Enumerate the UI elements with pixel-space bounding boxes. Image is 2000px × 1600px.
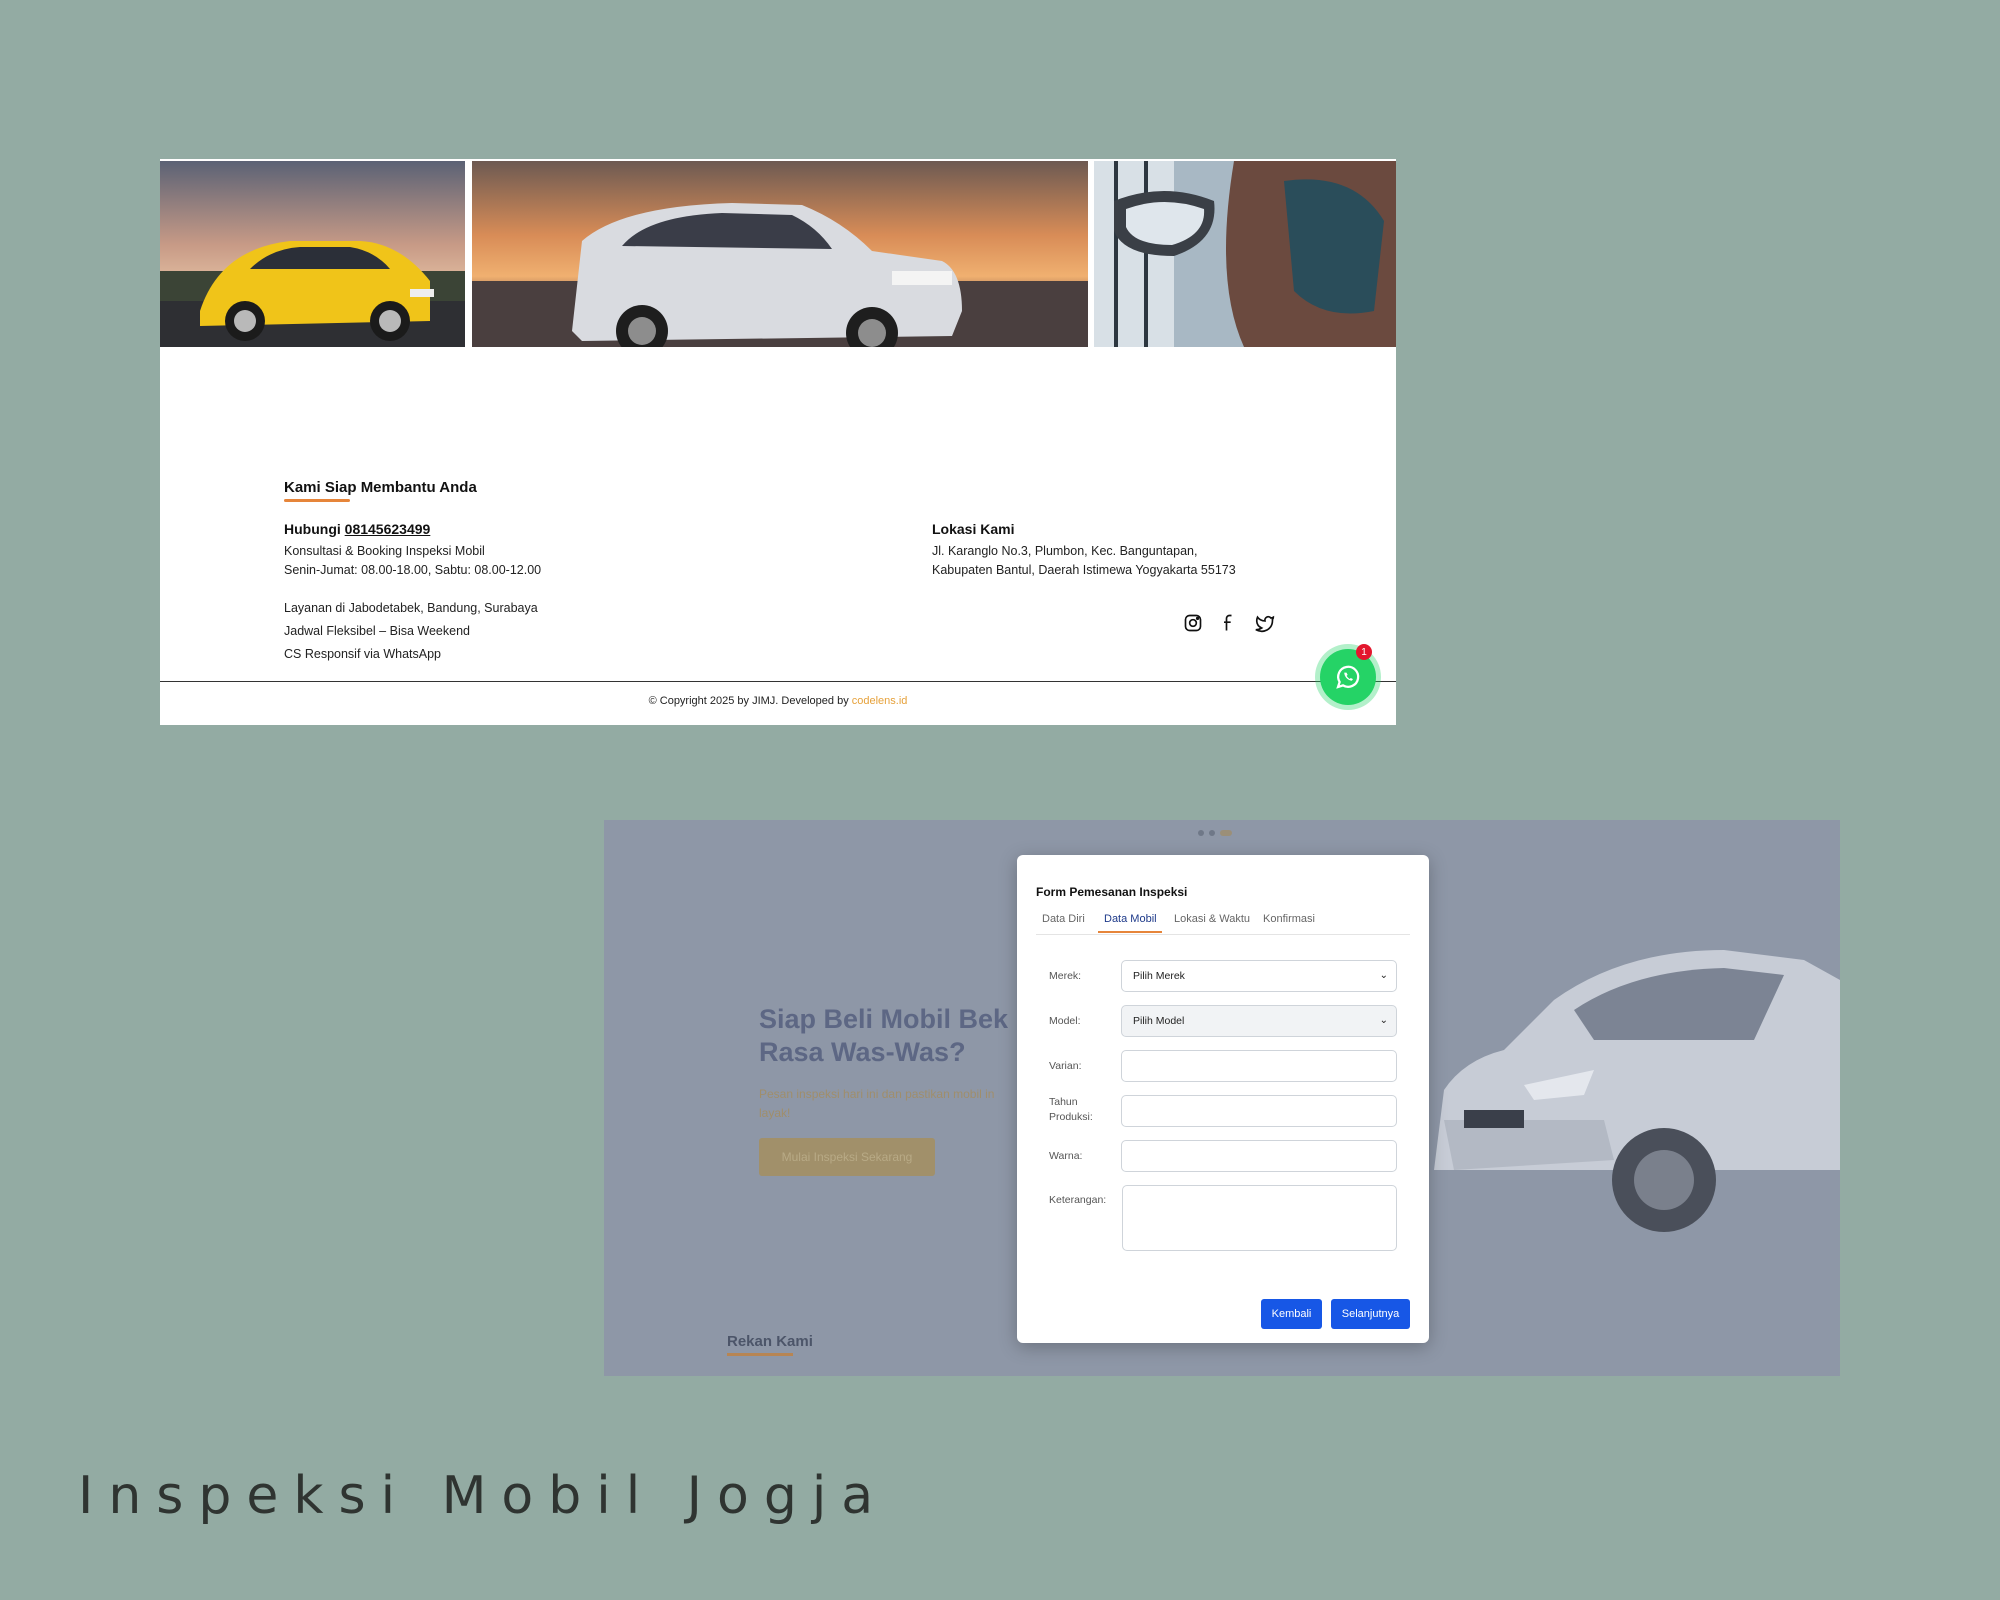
partners-title-underline xyxy=(727,1353,793,1356)
contact-prefix: Hubungi xyxy=(284,521,341,537)
service-line: Layanan di Jabodetabek, Bandung, Surabay… xyxy=(284,601,538,615)
model-value: Pilih Model xyxy=(1133,1015,1185,1027)
inspection-order-modal: Form Pemesanan Inspeksi Data Diri Data M… xyxy=(1017,855,1429,1343)
help-title-underline xyxy=(284,499,350,502)
yellow-hatchback-photo xyxy=(160,161,465,347)
tab-konfirmasi[interactable]: Konfirmasi xyxy=(1263,913,1315,925)
tab-data-mobil[interactable]: Data Mobil xyxy=(1104,913,1157,925)
notification-badge: 1 xyxy=(1356,644,1372,660)
footer-preview-card: Kami Siap Membantu Anda Hubungi 08145623… xyxy=(160,159,1396,725)
white-hatchback-image xyxy=(1424,920,1840,1240)
back-button[interactable]: Kembali xyxy=(1261,1299,1322,1329)
warna-input[interactable] xyxy=(1121,1140,1397,1172)
tab-data-diri[interactable]: Data Diri xyxy=(1042,913,1085,925)
social-links xyxy=(1182,612,1276,634)
merek-label: Merek: xyxy=(1049,970,1082,982)
twitter-icon[interactable] xyxy=(1254,612,1276,634)
whatsapp-icon xyxy=(1336,665,1360,689)
address-line: Jl. Karanglo No.3, Plumbon, Kec. Bangunt… xyxy=(932,544,1198,558)
footer-divider xyxy=(160,681,1396,682)
modal-title: Form Pemesanan Inspeksi xyxy=(1036,885,1188,899)
start-inspection-button[interactable]: Mulai Inspeksi Sekarang xyxy=(759,1138,935,1176)
next-button[interactable]: Selanjutnya xyxy=(1331,1299,1410,1329)
copyright: © Copyright 2025 by JIMJ. Developed by c… xyxy=(160,695,1396,707)
carousel-dot-active[interactable] xyxy=(1220,830,1232,836)
tab-lokasi-waktu[interactable]: Lokasi & Waktu xyxy=(1174,913,1250,925)
page-caption: Inspeksi Mobil Jogja xyxy=(78,1466,889,1526)
location-title: Lokasi Kami xyxy=(932,521,1015,537)
model-select[interactable]: Pilih Model ⌄ xyxy=(1121,1005,1397,1037)
address-line: Kabupaten Bantul, Daerah Istimewa Yogyak… xyxy=(932,563,1236,577)
merek-value: Pilih Merek xyxy=(1133,970,1185,982)
chevron-down-icon: ⌄ xyxy=(1379,1015,1388,1026)
car-gallery xyxy=(160,161,1396,347)
varian-input[interactable] xyxy=(1121,1050,1397,1082)
partners-title: Rekan Kami xyxy=(727,1333,813,1350)
white-suv-photo xyxy=(472,161,1088,347)
warna-label: Warna: xyxy=(1049,1150,1083,1162)
chevron-down-icon: ⌄ xyxy=(1379,970,1388,981)
service-line: Jadwal Fleksibel – Bisa Weekend xyxy=(284,624,470,638)
help-title: Kami Siap Membantu Anda xyxy=(284,479,477,496)
copyright-text: © Copyright 2025 by JIMJ. Developed by xyxy=(648,695,852,707)
carousel-dot[interactable] xyxy=(1198,830,1204,836)
model-label: Model: xyxy=(1049,1015,1081,1027)
developer-link[interactable]: codelens.id xyxy=(852,695,908,707)
instagram-icon[interactable] xyxy=(1182,612,1204,634)
carousel-dots xyxy=(1198,830,1232,836)
merek-select[interactable]: Pilih Merek ⌄ xyxy=(1121,960,1397,992)
contact-heading: Hubungi 08145623499 xyxy=(284,521,430,537)
tahun-produksi-input[interactable] xyxy=(1121,1095,1397,1127)
contact-line: Konsultasi & Booking Inspeksi Mobil xyxy=(284,544,485,558)
active-tab-indicator xyxy=(1098,931,1162,933)
carousel-dot[interactable] xyxy=(1209,830,1215,836)
keterangan-label: Keterangan: xyxy=(1049,1194,1107,1206)
phone-link[interactable]: 08145623499 xyxy=(345,521,431,537)
hero-subtitle: Pesan inspeksi hari ini dan pastikan mob… xyxy=(759,1087,995,1120)
varian-label: Varian: xyxy=(1049,1060,1082,1072)
service-line: CS Responsif via WhatsApp xyxy=(284,647,442,661)
form-tabs: Data Diri Data Mobil Lokasi & Waktu Konf… xyxy=(1036,909,1410,935)
contact-line: Senin-Jumat: 08.00-18.00, Sabtu: 08.00-1… xyxy=(284,563,542,577)
facebook-icon[interactable] xyxy=(1218,612,1240,634)
keterangan-textarea[interactable] xyxy=(1122,1185,1397,1251)
car-mirror-photo xyxy=(1094,161,1396,347)
tahun-produksi-label: Tahun Produksi: xyxy=(1049,1096,1093,1123)
